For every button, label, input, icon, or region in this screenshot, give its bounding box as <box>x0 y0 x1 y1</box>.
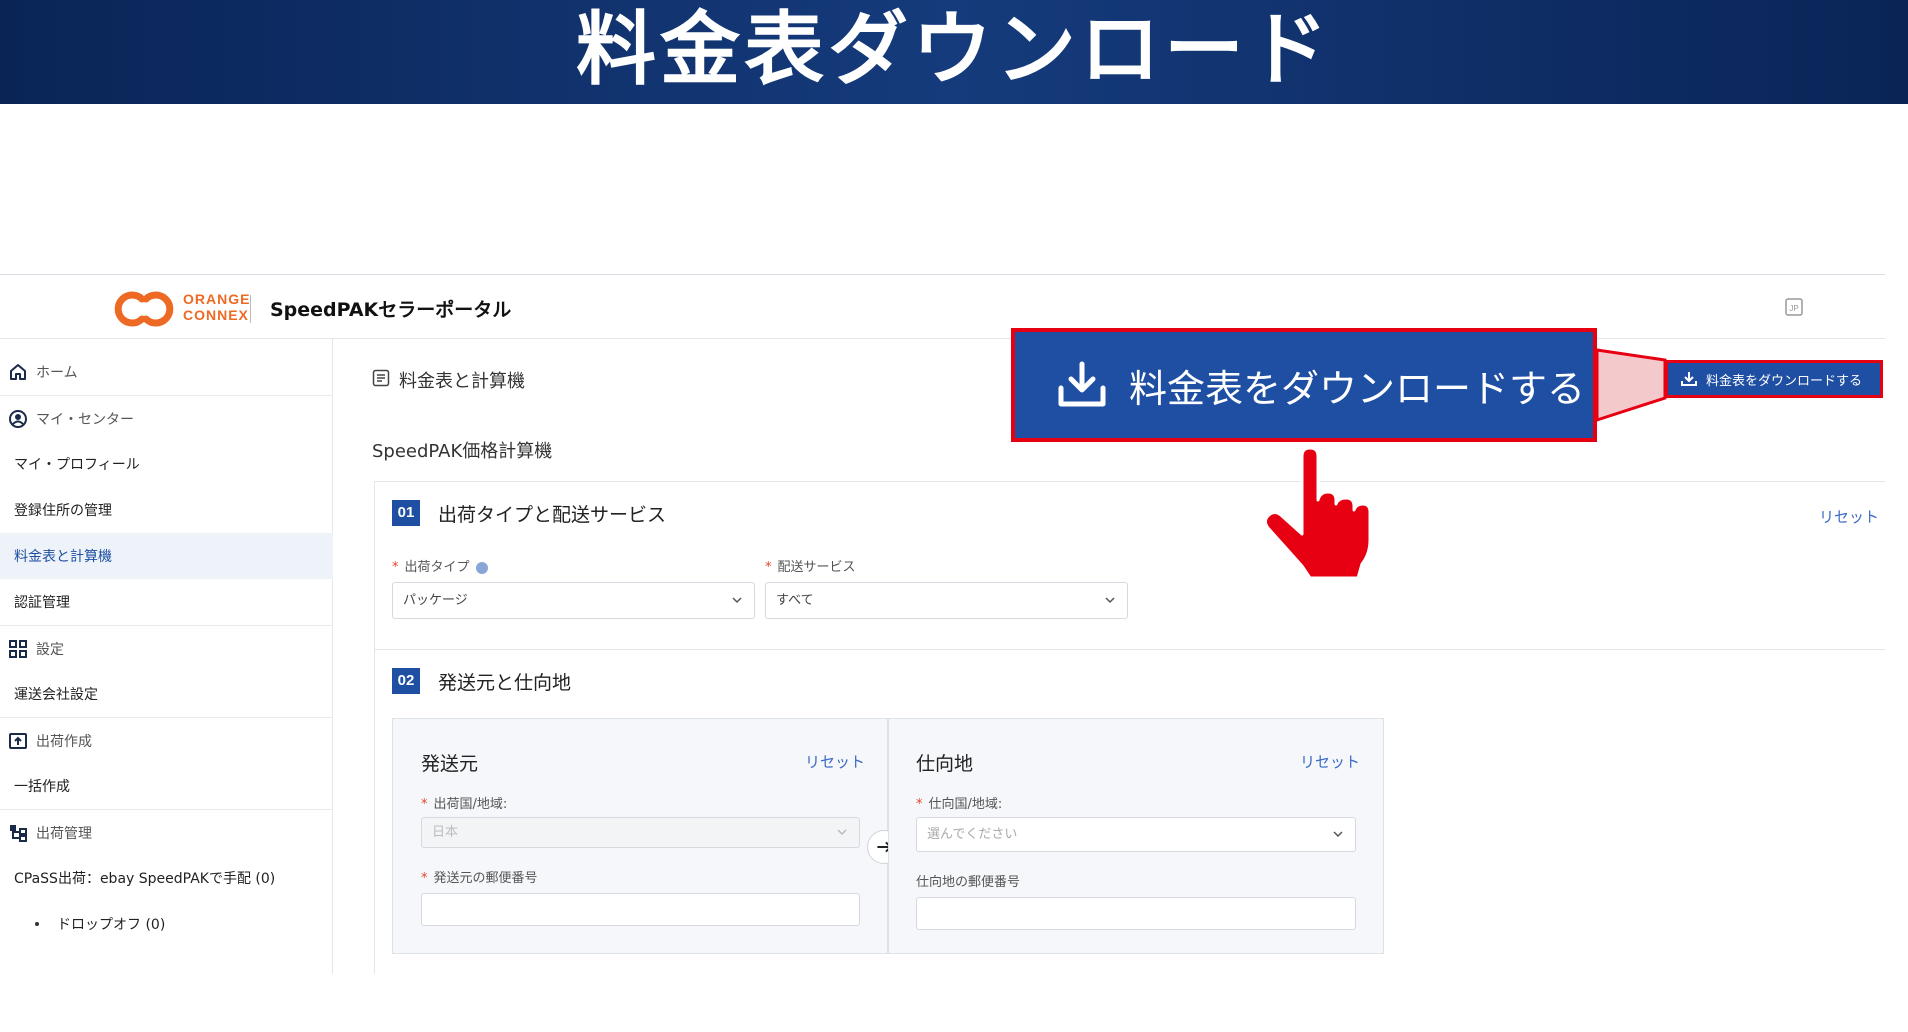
sidebar-item-label: CPaSS出荷：ebay SpeedPAKで手配 (0) <box>14 871 276 887</box>
sidebar-item-cpass[interactable]: CPaSS出荷：ebay SpeedPAKで手配 (0) <box>0 855 333 901</box>
destination-panel: 仕向地 リセット * 仕向国/地域: 選んでください 仕向地の郵便番号 <box>888 718 1384 954</box>
chevron-down-icon <box>837 829 847 836</box>
destination-postal-label: 仕向地の郵便番号 <box>916 875 1021 890</box>
chevron-down-icon <box>1105 597 1115 604</box>
logo-divider <box>250 295 251 323</box>
destination-country-select[interactable]: 選んでください <box>916 817 1356 852</box>
shipment-type-label: * 出荷タイプ <box>392 556 488 575</box>
sidebar-item-label: 料金表と計算機 <box>14 549 112 565</box>
download-button-callout: 料金表をダウンロードする <box>1011 328 1597 442</box>
sidebar-item-my-profile[interactable]: マイ・プロフィール <box>0 441 333 487</box>
origin-reset-link[interactable]: リセット <box>805 751 865 772</box>
calculator-title: SpeedPAK価格計算機 <box>372 441 553 462</box>
upload-box-icon <box>9 732 27 749</box>
slide-banner: 料金表ダウンロード <box>0 0 1908 104</box>
sidebar: ホーム マイ・センター マイ・プロフィール 登録住所の管理 料金表と計算機 認証… <box>0 339 333 974</box>
top-bar: ORANGE CONNEX SpeedPAKセラーポータル JP <box>0 275 1885 339</box>
sidebar-item-label: ホーム <box>36 365 78 381</box>
origin-postal-input[interactable] <box>421 893 860 926</box>
logo-wordmark: ORANGE CONNEX <box>183 291 251 323</box>
destination-reset-link[interactable]: リセット <box>1300 751 1360 772</box>
service-select[interactable]: すべて <box>765 582 1128 619</box>
svg-text:JP: JP <box>1789 304 1798 313</box>
destination-postal-input[interactable] <box>916 897 1356 930</box>
sidebar-item-label: 出荷管理 <box>36 825 92 842</box>
origin-panel: 発送元 リセット * 出荷国/地域: 日本 * 発送元の郵便番号 <box>392 718 888 954</box>
sidebar-item-bulk-create[interactable]: 一括作成 <box>0 763 333 809</box>
user-circle-icon <box>9 409 27 428</box>
sidebar-item-label: 設定 <box>36 641 64 658</box>
sidebar-item-label: 一括作成 <box>14 779 70 795</box>
chevron-down-icon <box>732 597 742 604</box>
shipment-type-select[interactable]: パッケージ <box>392 582 755 619</box>
sidebar-item-carrier-settings[interactable]: 運送会社設定 <box>0 671 333 717</box>
page-title: 料金表と計算機 <box>399 371 525 392</box>
sidebar-item-label: 運送会社設定 <box>14 687 98 703</box>
sidebar-item-dropoff[interactable]: ドロップオフ (0) <box>0 901 333 947</box>
download-icon <box>1681 372 1697 386</box>
flow-icon <box>10 824 27 842</box>
sidebar-item-label: ドロップオフ (0) <box>57 917 166 933</box>
calculator-icon <box>372 369 390 387</box>
orangeconnex-logo-icon <box>114 291 174 327</box>
portal-screenshot: ORANGE CONNEX SpeedPAKセラーポータル JP ホーム マイ・… <box>0 274 1885 974</box>
step1-card: 01 出荷タイプと配送サービス リセット * 出荷タイプ パッケージ * 配送サービ… <box>374 481 1885 649</box>
sidebar-item-auth[interactable]: 認証管理 <box>0 579 333 625</box>
sidebar-item-shipment-management[interactable]: 出荷管理 <box>0 809 333 855</box>
portal-title: SpeedPAKセラーポータル <box>270 299 512 321</box>
sidebar-item-create-shipment[interactable]: 出荷作成 <box>0 717 333 763</box>
sidebar-item-address[interactable]: 登録住所の管理 <box>0 487 333 533</box>
sidebar-item-label: マイ・センター <box>36 411 134 428</box>
home-icon <box>10 364 26 380</box>
sidebar-item-label: 認証管理 <box>14 595 70 611</box>
grid-icon <box>9 639 27 658</box>
service-label: * 配送サービス <box>765 560 856 575</box>
origin-heading: 発送元 <box>421 753 479 775</box>
slide-title: 料金表ダウンロード <box>576 3 1332 96</box>
step1-title: 出荷タイプと配送サービス <box>438 504 667 526</box>
origin-country-select[interactable]: 日本 <box>421 817 860 848</box>
step1-badge: 01 <box>392 500 420 526</box>
step2-card: 02 発送元と仕向地 発送元 リセット * 出荷国/地域: 日本 * 発送元の郵便番… <box>374 649 1885 974</box>
sidebar-item-label: 登録住所の管理 <box>14 503 112 519</box>
sidebar-item-label: マイ・プロフィール <box>14 457 140 473</box>
sidebar-item-rates[interactable]: 料金表と計算機 <box>0 533 333 579</box>
chevron-down-icon <box>1333 831 1343 838</box>
step2-badge: 02 <box>392 668 420 694</box>
sidebar-item-label: 出荷作成 <box>36 733 92 750</box>
pointing-hand-icon <box>1263 448 1372 578</box>
sidebar-item-my-center[interactable]: マイ・センター <box>0 395 333 441</box>
origin-postal-label: * 発送元の郵便番号 <box>421 871 538 886</box>
origin-country-label: * 出荷国/地域: <box>421 797 508 812</box>
bullet-icon <box>35 922 39 926</box>
destination-country-label: * 仕向国/地域: <box>916 797 1003 812</box>
info-icon[interactable] <box>475 561 488 574</box>
step2-title: 発送元と仕向地 <box>438 672 572 694</box>
step1-reset-link[interactable]: リセット <box>1819 506 1879 527</box>
destination-heading: 仕向地 <box>916 753 974 775</box>
sidebar-item-home[interactable]: ホーム <box>0 349 333 395</box>
sidebar-item-settings[interactable]: 設定 <box>0 625 333 671</box>
download-icon <box>1058 361 1106 407</box>
download-rate-table-button[interactable]: 料金表をダウンロードする <box>1665 360 1883 398</box>
language-icon[interactable]: JP <box>1783 296 1805 318</box>
